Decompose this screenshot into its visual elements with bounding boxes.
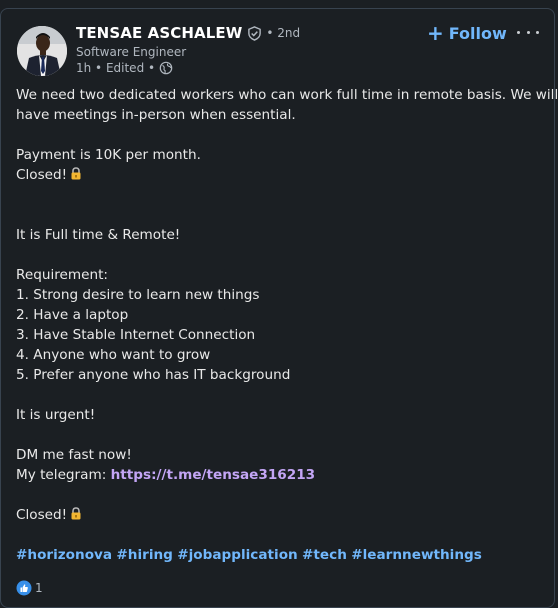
- follow-button[interactable]: + Follow: [427, 23, 507, 43]
- post-line: It is Full time & Remote!: [16, 227, 181, 243]
- hashtag[interactable]: #hiring: [116, 547, 173, 563]
- profile-photo: [17, 26, 67, 76]
- telegram-prefix: My telegram:: [16, 467, 111, 483]
- post-line: have meetings in-person when essential.: [16, 107, 296, 123]
- more-options-icon[interactable]: [517, 24, 539, 40]
- hashtag[interactable]: #jobapplication: [177, 547, 297, 563]
- post-body: We need two dedicated workers who can wo…: [16, 85, 558, 565]
- post-line: Payment is 10K per month.: [16, 147, 201, 163]
- like-reaction-icon: [16, 580, 32, 596]
- post-line-closed: Closed!: [16, 505, 541, 525]
- hashtag[interactable]: #tech: [302, 547, 347, 563]
- author-headline: Software Engineer: [76, 45, 187, 59]
- connection-degree: • 2nd: [266, 26, 301, 40]
- globe-icon: [159, 61, 173, 75]
- follow-label: Follow: [448, 23, 507, 43]
- post-line-closed: Closed!: [16, 165, 541, 185]
- hashtags: #horizonova #hiring #jobapplication #tec…: [16, 545, 541, 565]
- requirement-item: 5. Prefer anyone who has IT background: [16, 367, 291, 383]
- post-time: 1h • Edited •: [76, 61, 156, 75]
- hashtag[interactable]: #horizonova: [16, 547, 112, 563]
- requirement-item: 4. Anyone who want to grow: [16, 347, 211, 363]
- author-name[interactable]: TENSAE ASCHALEW: [76, 24, 242, 42]
- telegram-line: My telegram: https://t.me/tensae316213: [16, 465, 541, 485]
- requirement-item: 2. Have a laptop: [16, 307, 129, 323]
- reaction-count: 1: [35, 581, 43, 595]
- reactions-count[interactable]: 1: [16, 580, 43, 596]
- post-meta: 1h • Edited •: [76, 61, 173, 75]
- post-line: We need two dedicated workers who can wo…: [16, 87, 558, 103]
- requirement-item: 1. Strong desire to learn new things: [16, 287, 260, 303]
- plus-icon: +: [427, 21, 444, 45]
- post-line: It is urgent!: [16, 407, 96, 423]
- verified-shield-icon: [247, 25, 262, 41]
- post-line: DM me fast now!: [16, 447, 132, 463]
- lock-icon: [70, 506, 82, 520]
- hashtag[interactable]: #learnnewthings: [351, 547, 482, 563]
- post-line: Requirement:: [16, 267, 109, 283]
- post-card: TENSAE ASCHALEW • 2nd Software Engineer …: [0, 8, 558, 608]
- closed-text: Closed!: [16, 507, 68, 523]
- requirement-item: 3. Have Stable Internet Connection: [16, 327, 256, 343]
- lock-icon: [70, 166, 82, 180]
- author-name-row: TENSAE ASCHALEW • 2nd: [76, 24, 300, 42]
- telegram-link[interactable]: https://t.me/tensae316213: [111, 467, 316, 483]
- closed-text: Closed!: [16, 167, 68, 183]
- avatar[interactable]: [17, 26, 67, 76]
